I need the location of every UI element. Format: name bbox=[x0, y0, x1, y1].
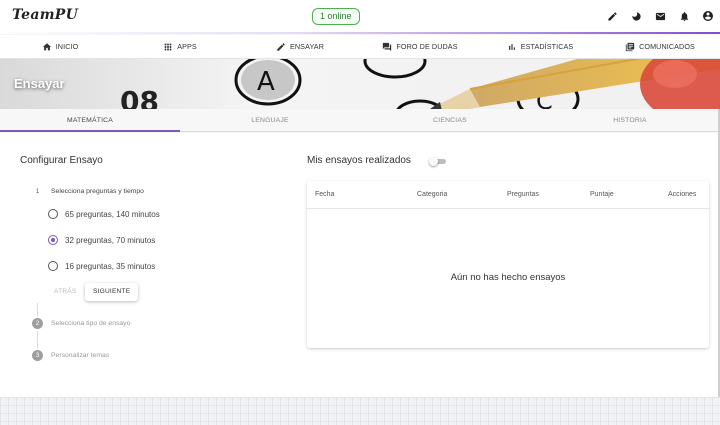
page-banner: 08 A C Ensayar bbox=[0, 59, 720, 109]
next-button[interactable]: SIGUIENTE bbox=[85, 283, 139, 301]
step-label: Selecciona preguntas y tiempo bbox=[51, 188, 144, 195]
header-accent-line bbox=[0, 32, 720, 34]
radio-button[interactable] bbox=[48, 209, 58, 219]
option-16-preguntas[interactable]: 16 preguntas, 35 minutos bbox=[48, 261, 155, 271]
tab-historia[interactable]: HISTORIA bbox=[540, 109, 720, 131]
step-3[interactable]: 3 Personalizar temas bbox=[32, 350, 109, 361]
svg-text:A: A bbox=[257, 67, 275, 97]
step-number: 2 bbox=[32, 318, 43, 329]
step-connector bbox=[37, 331, 38, 349]
history-toggle[interactable] bbox=[429, 157, 447, 166]
nav-item-label: COMUNICADOS bbox=[639, 42, 695, 51]
option-32-preguntas[interactable]: 32 preguntas, 70 minutos bbox=[48, 235, 155, 245]
option-label: 16 preguntas, 35 minutos bbox=[65, 261, 156, 271]
step-number: 3 bbox=[32, 350, 43, 361]
history-title: Mis ensayos realizados bbox=[307, 155, 411, 166]
footer-pattern bbox=[0, 397, 720, 425]
step-connector bbox=[37, 303, 38, 317]
column-header-preguntas[interactable]: Preguntas bbox=[507, 191, 539, 198]
nav-item-label: FORO DE DUDAS bbox=[396, 42, 458, 51]
radio-button[interactable] bbox=[48, 261, 58, 271]
page-title: Ensayar bbox=[14, 76, 65, 91]
back-button[interactable]: ATRÁS bbox=[50, 283, 81, 301]
history-table: Fecha Categoria Preguntas Puntaje Accion… bbox=[307, 181, 709, 348]
main-content: Configurar Ensayo 1 Selecciona preguntas… bbox=[0, 133, 718, 397]
pencil-icon[interactable] bbox=[604, 8, 620, 24]
home-icon bbox=[42, 42, 51, 50]
nav-item-foro[interactable]: FORO DE DUDAS bbox=[360, 35, 480, 58]
nav-item-label: APPS bbox=[177, 42, 197, 51]
bell-icon[interactable] bbox=[676, 8, 692, 24]
nav-item-comunicados[interactable]: COMUNICADOS bbox=[600, 35, 720, 58]
mail-icon[interactable] bbox=[652, 8, 668, 24]
nav-item-apps[interactable]: APPS bbox=[120, 35, 240, 58]
top-app-bar: TeamPU 1 online bbox=[0, 0, 720, 33]
step-2[interactable]: 2 Selecciona tipo de ensayo bbox=[32, 318, 130, 329]
toggle-thumb bbox=[429, 157, 438, 166]
column-header-acciones: Acciones bbox=[668, 191, 697, 198]
tab-matematica[interactable]: MATEMÁTICA bbox=[0, 109, 180, 132]
option-label: 65 preguntas, 140 minutos bbox=[65, 209, 160, 219]
option-label: 32 preguntas, 70 minutos bbox=[65, 235, 156, 245]
config-title: Configurar Ensayo bbox=[20, 155, 103, 166]
tab-ciencias[interactable]: CIENCIAS bbox=[360, 109, 540, 131]
nav-item-estadisticas[interactable]: ESTADÍSTICAS bbox=[480, 35, 600, 58]
option-65-preguntas[interactable]: 65 preguntas, 140 minutos bbox=[48, 209, 160, 219]
pencil-icon bbox=[277, 42, 285, 51]
nav-item-inicio[interactable]: INICIO bbox=[0, 35, 120, 58]
forum-icon bbox=[383, 42, 392, 51]
moon-icon[interactable] bbox=[628, 8, 644, 24]
sheet-number: 08 bbox=[120, 85, 159, 109]
apps-grid-icon bbox=[164, 43, 172, 50]
online-users-badge: 1 online bbox=[312, 8, 360, 25]
tab-lenguaje[interactable]: LENGUAJE bbox=[180, 109, 360, 131]
radio-button[interactable] bbox=[48, 235, 58, 245]
nav-item-label: INICIO bbox=[55, 42, 79, 51]
step-label: Personalizar temas bbox=[51, 352, 110, 359]
subject-tabs: MATEMÁTICA LENGUAJE CIENCIAS HISTORIA bbox=[0, 109, 720, 132]
main-nav: INICIO APPS ENSAYAR FORO DE DUDAS ESTADÍ… bbox=[0, 35, 720, 59]
exam-sheet-image: 08 A C bbox=[0, 59, 720, 109]
nav-item-label: ENSAYAR bbox=[290, 42, 324, 51]
column-header-puntaje[interactable]: Puntaje bbox=[590, 191, 614, 198]
nav-item-ensayar[interactable]: ENSAYAR bbox=[240, 35, 360, 58]
empty-state-message: Aún no has hecho ensayos bbox=[450, 272, 566, 283]
step-label: Selecciona tipo de ensayo bbox=[51, 320, 131, 327]
library-icon bbox=[625, 42, 635, 51]
bar-chart-icon bbox=[508, 43, 515, 50]
nav-item-label: ESTADÍSTICAS bbox=[520, 42, 574, 51]
column-header-categoria[interactable]: Categoria bbox=[417, 191, 447, 198]
step-1[interactable]: 1 Selecciona preguntas y tiempo bbox=[32, 186, 144, 197]
step-number: 1 bbox=[35, 188, 40, 195]
column-header-fecha[interactable]: Fecha bbox=[315, 191, 334, 198]
table-header-divider bbox=[307, 208, 709, 209]
account-icon[interactable] bbox=[700, 8, 716, 24]
brand-logo[interactable]: TeamPU bbox=[12, 7, 78, 23]
